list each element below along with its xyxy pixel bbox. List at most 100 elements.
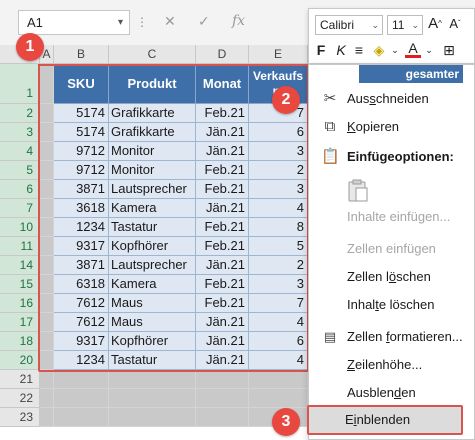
shrink-font-button[interactable]: Aˇ xyxy=(447,15,463,33)
menu-delete-text-c: schen xyxy=(396,269,431,284)
step-badge-2: 2 xyxy=(272,86,300,114)
menu-hide-text-c: en xyxy=(401,385,416,400)
menu-rowheight-text-a: Z xyxy=(347,357,355,372)
menu-item-delete-cells[interactable]: Zellen löschen xyxy=(309,263,475,291)
column-header-e[interactable]: E xyxy=(249,45,308,64)
copy-icon: ⧉ xyxy=(324,118,336,135)
row-header[interactable]: 2 xyxy=(0,104,40,123)
drag-handle-icon[interactable]: ⋮ xyxy=(136,15,148,29)
menu-rowheight-text-b: eilenhöhe... xyxy=(354,357,423,372)
context-menu: gesamter ✂ Ausschneiden ⧉ Kopieren 📋 Ein… xyxy=(308,64,475,440)
cell-empty[interactable] xyxy=(40,408,54,427)
menu-item-row-height[interactable]: Zeilenhöhe... xyxy=(309,351,475,379)
column-header-d[interactable]: D xyxy=(196,45,249,64)
font-size-select[interactable]: 11 ⌄ xyxy=(387,15,423,35)
row-header[interactable]: 3 xyxy=(0,123,40,142)
row-header[interactable]: 1 xyxy=(0,64,40,104)
check-icon[interactable]: ✓ xyxy=(198,13,210,30)
shrink-font-letter: A xyxy=(449,16,458,31)
paste-clipboard-icon[interactable] xyxy=(347,179,369,203)
cell-empty[interactable] xyxy=(109,408,196,427)
menu-cut-text-a: Aus xyxy=(347,91,370,106)
cell-empty[interactable] xyxy=(54,389,109,408)
menu-clear-text-a: Inhal xyxy=(347,297,376,312)
cell-empty[interactable] xyxy=(54,408,109,427)
menu-unhide-label: Einblenden xyxy=(345,407,410,433)
menu-item-insert-cells[interactable]: Zellen einfügen xyxy=(309,235,475,263)
row-header[interactable]: 6 xyxy=(0,180,40,199)
row-header[interactable]: 4 xyxy=(0,142,40,161)
menu-item-paste-options: 📋 Einfügeoptionen: xyxy=(309,143,475,171)
menu-item-cut[interactable]: ✂ Ausschneiden xyxy=(309,85,475,113)
menu-copy-text-c: opieren xyxy=(355,119,400,134)
chevron-down-icon[interactable]: ▾ xyxy=(118,11,123,34)
grow-font-button[interactable]: A^ xyxy=(427,15,443,33)
mini-toolbar: Calibri ⌄ 11 ⌄ A^ Aˇ F K ≡ ◈ ⌄ A ⌄ ⊞ xyxy=(308,8,475,64)
row-header[interactable]: 23 xyxy=(0,408,40,427)
name-box-value: A1 xyxy=(27,15,43,30)
cell-empty[interactable] xyxy=(54,370,109,389)
row-header[interactable]: 20 xyxy=(0,351,40,370)
menu-format-text-c: ormatieren... xyxy=(389,329,463,344)
fx-icon[interactable]: fx xyxy=(232,13,245,29)
cell-empty[interactable] xyxy=(109,370,196,389)
cell-empty[interactable] xyxy=(40,389,54,408)
menu-item-clear-contents[interactable]: Inhalte löschen xyxy=(309,291,475,319)
cell-empty[interactable] xyxy=(249,370,308,389)
menu-hide-text-a: Ausblen xyxy=(347,385,394,400)
row-header[interactable]: 11 xyxy=(0,237,40,256)
borders-icon[interactable]: ⊞ xyxy=(441,41,457,59)
fill-color-icon[interactable]: ◈ xyxy=(371,41,387,59)
menu-delete-text-a: Zellen l xyxy=(347,269,389,284)
step-badge-1: 1 xyxy=(16,33,44,61)
menu-paste-options-label: Einfügeoptionen: xyxy=(347,149,454,164)
chevron-down-icon: ⌄ xyxy=(371,20,379,30)
row-header[interactable]: 15 xyxy=(0,275,40,294)
cell-empty[interactable] xyxy=(196,370,249,389)
format-cells-icon: ▤ xyxy=(323,329,337,344)
menu-item-paste-special[interactable]: Inhalte einfügen... xyxy=(309,203,475,231)
row-header[interactable]: 10 xyxy=(0,218,40,237)
italic-button[interactable]: K xyxy=(333,41,349,59)
menu-item-unhide[interactable]: Einblenden xyxy=(307,405,463,435)
menu-unhide-text-a: E xyxy=(345,412,354,427)
menu-paste-special-label: Inhalte einfügen... xyxy=(347,209,451,224)
font-name-select[interactable]: Calibri ⌄ xyxy=(315,15,383,35)
menu-insert-cells-label: Zellen einfügen xyxy=(347,241,436,256)
menu-unhide-text-c: nblenden xyxy=(356,412,411,427)
row-header[interactable]: 17 xyxy=(0,313,40,332)
cell-empty[interactable] xyxy=(196,389,249,408)
menu-item-format-cells[interactable]: ▤ Zellen formatieren... xyxy=(309,323,475,351)
align-center-icon[interactable]: ≡ xyxy=(351,41,367,59)
menu-item-hide[interactable]: Ausblenden xyxy=(309,379,475,407)
row-header[interactable]: 21 xyxy=(0,370,40,389)
chevron-down-icon[interactable]: ⌄ xyxy=(421,41,437,59)
cell-empty[interactable] xyxy=(196,408,249,427)
chevron-down-icon[interactable]: ⌄ xyxy=(387,41,403,59)
row-header[interactable]: 14 xyxy=(0,256,40,275)
cell-empty[interactable] xyxy=(40,370,54,389)
bold-button[interactable]: F xyxy=(313,41,329,59)
menu-copy-text-b: K xyxy=(347,119,356,134)
column-header-peek: gesamter xyxy=(359,65,463,83)
column-header-b[interactable]: B xyxy=(54,45,109,64)
row-header[interactable]: 18 xyxy=(0,332,40,351)
menu-item-copy[interactable]: ⧉ Kopieren xyxy=(309,113,475,141)
row-header[interactable]: 5 xyxy=(0,161,40,180)
name-box[interactable]: A1 ▾ xyxy=(18,10,130,35)
row-header[interactable]: 7 xyxy=(0,199,40,218)
row-header[interactable]: 16 xyxy=(0,294,40,313)
cell-empty[interactable] xyxy=(109,389,196,408)
column-header-c[interactable]: C xyxy=(109,45,196,64)
font-size-value: 11 xyxy=(392,18,405,32)
close-icon[interactable]: ✕ xyxy=(164,13,176,30)
grow-font-letter: A xyxy=(428,15,439,32)
font-color-button[interactable]: A xyxy=(405,41,421,58)
chevron-down-icon: ⌄ xyxy=(411,20,419,30)
menu-format-text-a: Zellen xyxy=(347,329,387,344)
row-header[interactable]: 22 xyxy=(0,389,40,408)
menu-cut-text-c: chneiden xyxy=(375,91,429,106)
step-badge-3: 3 xyxy=(272,408,300,436)
cell-empty[interactable] xyxy=(249,389,308,408)
clipboard-icon: 📋 xyxy=(321,148,340,165)
